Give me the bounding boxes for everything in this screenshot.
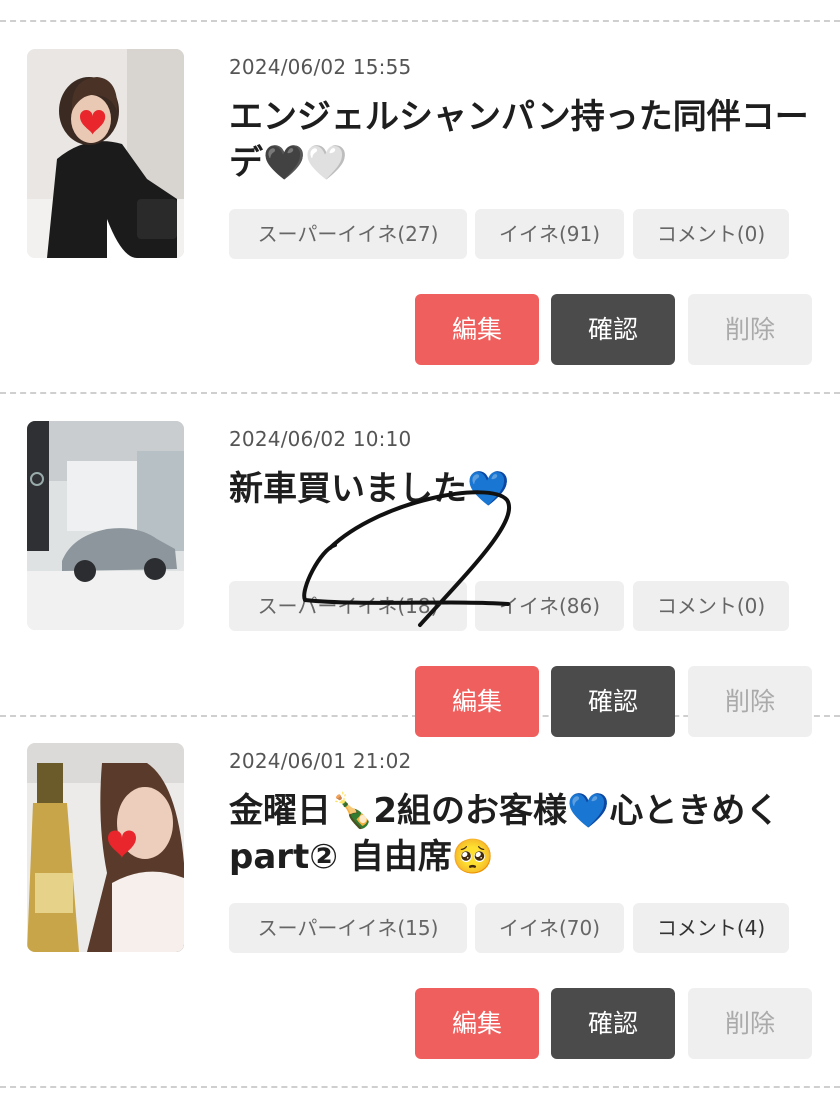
confirm-button[interactable]: 確認 [551, 294, 675, 365]
super-like-count[interactable]: スーパーイイネ(18) [229, 581, 467, 631]
post-thumbnail[interactable] [27, 743, 184, 952]
post-title[interactable]: 新車買いました💙 [229, 466, 819, 512]
post-date: 2024/06/01 21:02 [229, 749, 412, 773]
edit-button[interactable]: 編集 [415, 988, 539, 1059]
post-title[interactable]: エンジェルシャンパン持った同伴コーデ🖤🤍 [229, 94, 819, 186]
super-like-count[interactable]: スーパーイイネ(15) [229, 903, 467, 953]
post-title[interactable]: 金曜日🍾2組のお客様💙心ときめく part② 自由席🥺 [229, 788, 819, 880]
confirm-button[interactable]: 確認 [551, 988, 675, 1059]
delete-button[interactable]: 削除 [688, 294, 812, 365]
post-item: 2024/06/02 15:55 エンジェルシャンパン持った同伴コーデ🖤🤍 スー… [0, 22, 840, 365]
post-item: 2024/06/02 10:10 新車買いました💙 スーパーイイネ(18) イイ… [0, 394, 840, 737]
post-date: 2024/06/02 15:55 [229, 55, 412, 79]
divider [0, 1086, 840, 1088]
comment-count[interactable]: コメント(4) [633, 903, 789, 953]
post-date: 2024/06/02 10:10 [229, 427, 412, 451]
post-title-line: 金曜日🍾2組のお客様💙心ときめく [229, 791, 780, 831]
delete-button[interactable]: 削除 [688, 988, 812, 1059]
post-thumbnail[interactable] [27, 49, 184, 258]
edit-button[interactable]: 編集 [415, 294, 539, 365]
like-count[interactable]: イイネ(91) [475, 209, 624, 259]
comment-count[interactable]: コメント(0) [633, 209, 789, 259]
super-like-count[interactable]: スーパーイイネ(27) [229, 209, 467, 259]
like-count[interactable]: イイネ(70) [475, 903, 624, 953]
comment-count[interactable]: コメント(0) [633, 581, 789, 631]
post-item: 2024/06/01 21:02 金曜日🍾2組のお客様💙心ときめく part② … [0, 716, 840, 1059]
post-title-line: part② 自由席🥺 [229, 837, 495, 877]
like-count[interactable]: イイネ(86) [475, 581, 624, 631]
post-thumbnail[interactable] [27, 421, 184, 630]
